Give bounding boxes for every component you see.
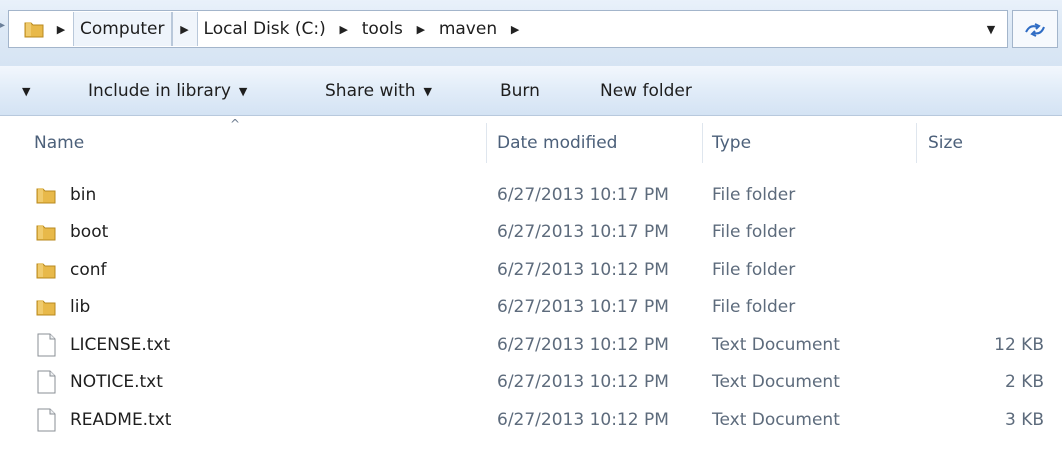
- file-date: 6/27/2013 10:12 PM: [497, 334, 669, 355]
- column-header-size[interactable]: Size: [928, 117, 963, 169]
- include-in-library-button[interactable]: Include in library ▼: [88, 66, 247, 116]
- file-name: conf: [70, 259, 107, 280]
- file-date: 6/27/2013 10:12 PM: [497, 259, 669, 280]
- column-divider[interactable]: [916, 123, 917, 163]
- column-divider[interactable]: [702, 123, 703, 163]
- share-with-button[interactable]: Share with ▼: [325, 66, 432, 116]
- address-bar-strip: ▸ ▶ Computer ▶ Local Disk (C:) ▶ tools ▶…: [0, 0, 1062, 66]
- file-size: 2 KB: [1004, 372, 1044, 393]
- breadcrumb-local-disk[interactable]: Local Disk (C:): [198, 12, 332, 46]
- file-name-cell: boot: [34, 214, 484, 252]
- file-name-cell: README.txt: [34, 401, 484, 439]
- share-with-label: Share with: [325, 81, 416, 101]
- file-name: NOTICE.txt: [70, 372, 163, 393]
- list-item[interactable]: NOTICE.txt 6/27/2013 10:12 PM Text Docum…: [0, 364, 1062, 402]
- scroll-left-chevron-icon[interactable]: ▸: [0, 20, 5, 31]
- list-item[interactable]: boot 6/27/2013 10:17 PM File folder: [0, 214, 1062, 252]
- text-document-icon: [34, 370, 58, 394]
- file-type: File folder: [712, 297, 796, 318]
- text-document-icon: [34, 333, 58, 357]
- burn-button[interactable]: Burn: [500, 66, 540, 116]
- folder-icon: [34, 220, 58, 244]
- list-item[interactable]: conf 6/27/2013 10:12 PM File folder: [0, 251, 1062, 289]
- folder-icon: [34, 258, 58, 282]
- address-bar[interactable]: ▶ Computer ▶ Local Disk (C:) ▶ tools ▶ m…: [8, 10, 1008, 48]
- folder-icon: [34, 183, 58, 207]
- include-in-library-chevron-icon: ▼: [238, 84, 248, 98]
- file-name: lib: [70, 297, 91, 318]
- share-with-chevron-icon: ▼: [423, 84, 432, 98]
- file-name: LICENSE.txt: [70, 334, 171, 355]
- file-name-cell: lib: [34, 289, 484, 327]
- breadcrumb-local-disk-arrow-icon[interactable]: ▶: [332, 11, 356, 47]
- file-name-cell: NOTICE.txt: [34, 364, 484, 402]
- refresh-icon: [1025, 23, 1045, 37]
- refresh-button[interactable]: [1012, 10, 1058, 48]
- breadcrumb-tools[interactable]: tools: [356, 12, 409, 46]
- breadcrumb-computer[interactable]: Computer: [73, 12, 172, 46]
- file-name: boot: [70, 222, 109, 243]
- file-date: 6/27/2013 10:17 PM: [497, 222, 669, 243]
- column-divider[interactable]: [486, 123, 487, 163]
- breadcrumb-maven-arrow-icon[interactable]: ▶: [503, 11, 527, 47]
- file-date: 6/27/2013 10:12 PM: [497, 409, 669, 430]
- address-folder-icon: [19, 11, 49, 47]
- list-item[interactable]: bin 6/27/2013 10:17 PM File folder: [0, 176, 1062, 214]
- file-list: bin 6/27/2013 10:17 PM File folder boot …: [0, 176, 1062, 439]
- breadcrumb-root-arrow-icon[interactable]: ▶: [49, 11, 73, 47]
- new-folder-button[interactable]: New folder: [600, 66, 692, 116]
- file-name: bin: [70, 184, 97, 205]
- organize-dropdown-icon[interactable]: ▼: [22, 66, 30, 116]
- file-type: File folder: [712, 259, 796, 280]
- breadcrumb-tools-arrow-icon[interactable]: ▶: [409, 11, 433, 47]
- file-type: Text Document: [712, 372, 840, 393]
- column-header-row: ^ Name Date modified Type Size: [0, 117, 1062, 169]
- file-name: README.txt: [70, 409, 172, 430]
- file-name-cell: bin: [34, 176, 484, 214]
- breadcrumb-computer-arrow-icon[interactable]: ▶: [171, 12, 198, 46]
- column-header-name[interactable]: Name: [34, 117, 84, 169]
- file-date: 6/27/2013 10:12 PM: [497, 372, 669, 393]
- file-type: Text Document: [712, 334, 840, 355]
- include-in-library-label: Include in library: [88, 81, 231, 101]
- column-header-date-modified[interactable]: Date modified: [497, 117, 617, 169]
- file-size: 3 KB: [1004, 409, 1044, 430]
- list-item[interactable]: LICENSE.txt 6/27/2013 10:12 PM Text Docu…: [0, 326, 1062, 364]
- file-name-cell: conf: [34, 251, 484, 289]
- column-header-type[interactable]: Type: [712, 117, 751, 169]
- file-type: Text Document: [712, 409, 840, 430]
- file-type: File folder: [712, 222, 796, 243]
- list-item[interactable]: README.txt 6/27/2013 10:12 PM Text Docum…: [0, 401, 1062, 439]
- command-toolbar: ▼ Include in library ▼ Share with ▼ Burn…: [0, 66, 1062, 116]
- file-date: 6/27/2013 10:17 PM: [497, 297, 669, 318]
- list-item[interactable]: lib 6/27/2013 10:17 PM File folder: [0, 289, 1062, 327]
- file-date: 6/27/2013 10:17 PM: [497, 184, 669, 205]
- sort-ascending-icon: ^: [230, 117, 241, 131]
- text-document-icon: [34, 408, 58, 432]
- folder-icon: [34, 295, 58, 319]
- file-type: File folder: [712, 184, 796, 205]
- breadcrumb-maven[interactable]: maven: [433, 12, 503, 46]
- address-history-dropdown-icon[interactable]: ▼: [979, 11, 1003, 47]
- file-name-cell: LICENSE.txt: [34, 326, 484, 364]
- file-size: 12 KB: [994, 334, 1044, 355]
